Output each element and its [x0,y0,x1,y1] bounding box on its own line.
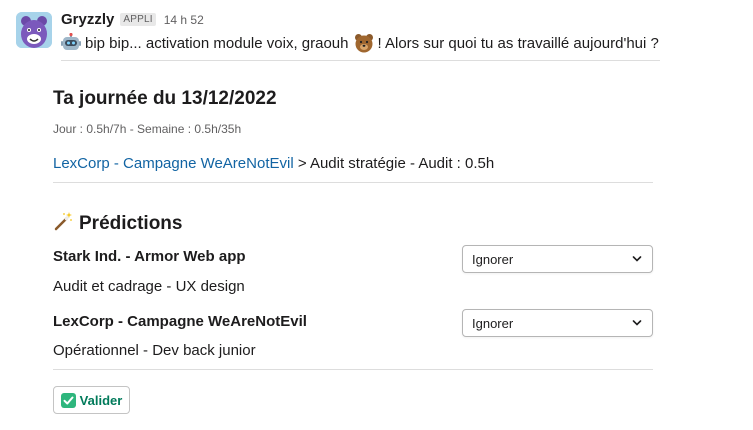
robot-icon [61,32,81,53]
select-value: Ignorer [472,251,514,267]
bear-avatar-icon [16,12,52,48]
app-badge: APPLI [120,13,156,26]
prediction-task: Audit et cadrage - UX design [53,278,245,295]
prediction-project: Stark Ind. - Armor Web app [53,248,246,265]
day-title: Ta journée du 13/12/2022 [53,88,277,109]
time-stats: Jour : 0.5h/7h - Semaine : 0.5h/35h [53,122,242,136]
select-value: Ignorer [472,315,514,331]
bear-icon [354,33,374,53]
validate-label: Valider [79,392,123,408]
time-entry-detail: > Audit stratégie - Audit : 0.5h [293,155,495,172]
message-text-part2: ! Alors sur quoi tu as travaillé aujourd… [377,34,659,52]
predictions-title: Prédictions [79,213,183,234]
message-text-part1: bip bip... activation module voix, graou… [85,34,349,52]
prediction-project: LexCorp - Campagne WeAreNotEvil [53,313,307,330]
predictions-heading: Prédictions [53,211,182,237]
prediction-action-select[interactable]: Ignorer [462,309,653,337]
prediction-action-select[interactable]: Ignorer [462,245,653,273]
chevron-down-icon [632,320,642,326]
magic-wand-icon [53,211,73,237]
project-link[interactable]: LexCorp - Campagne WeAreNotEvil [53,155,294,172]
sender-name[interactable]: Gryzzly [61,11,114,28]
message-divider [61,60,660,61]
section-divider [53,182,653,183]
actions-divider [53,369,653,370]
message-header: Gryzzly APPLI 14 h 52 [61,11,204,28]
chevron-down-icon [632,256,642,262]
validate-button[interactable]: Valider [53,386,130,414]
message-timestamp[interactable]: 14 h 52 [164,13,204,27]
time-entry: LexCorp - Campagne WeAreNotEvil > Audit … [53,155,494,172]
prediction-task: Opérationnel - Dev back junior [53,342,256,359]
avatar[interactable] [16,12,52,48]
check-icon [60,392,76,408]
message-text: bip bip... activation module voix, graou… [61,32,659,53]
